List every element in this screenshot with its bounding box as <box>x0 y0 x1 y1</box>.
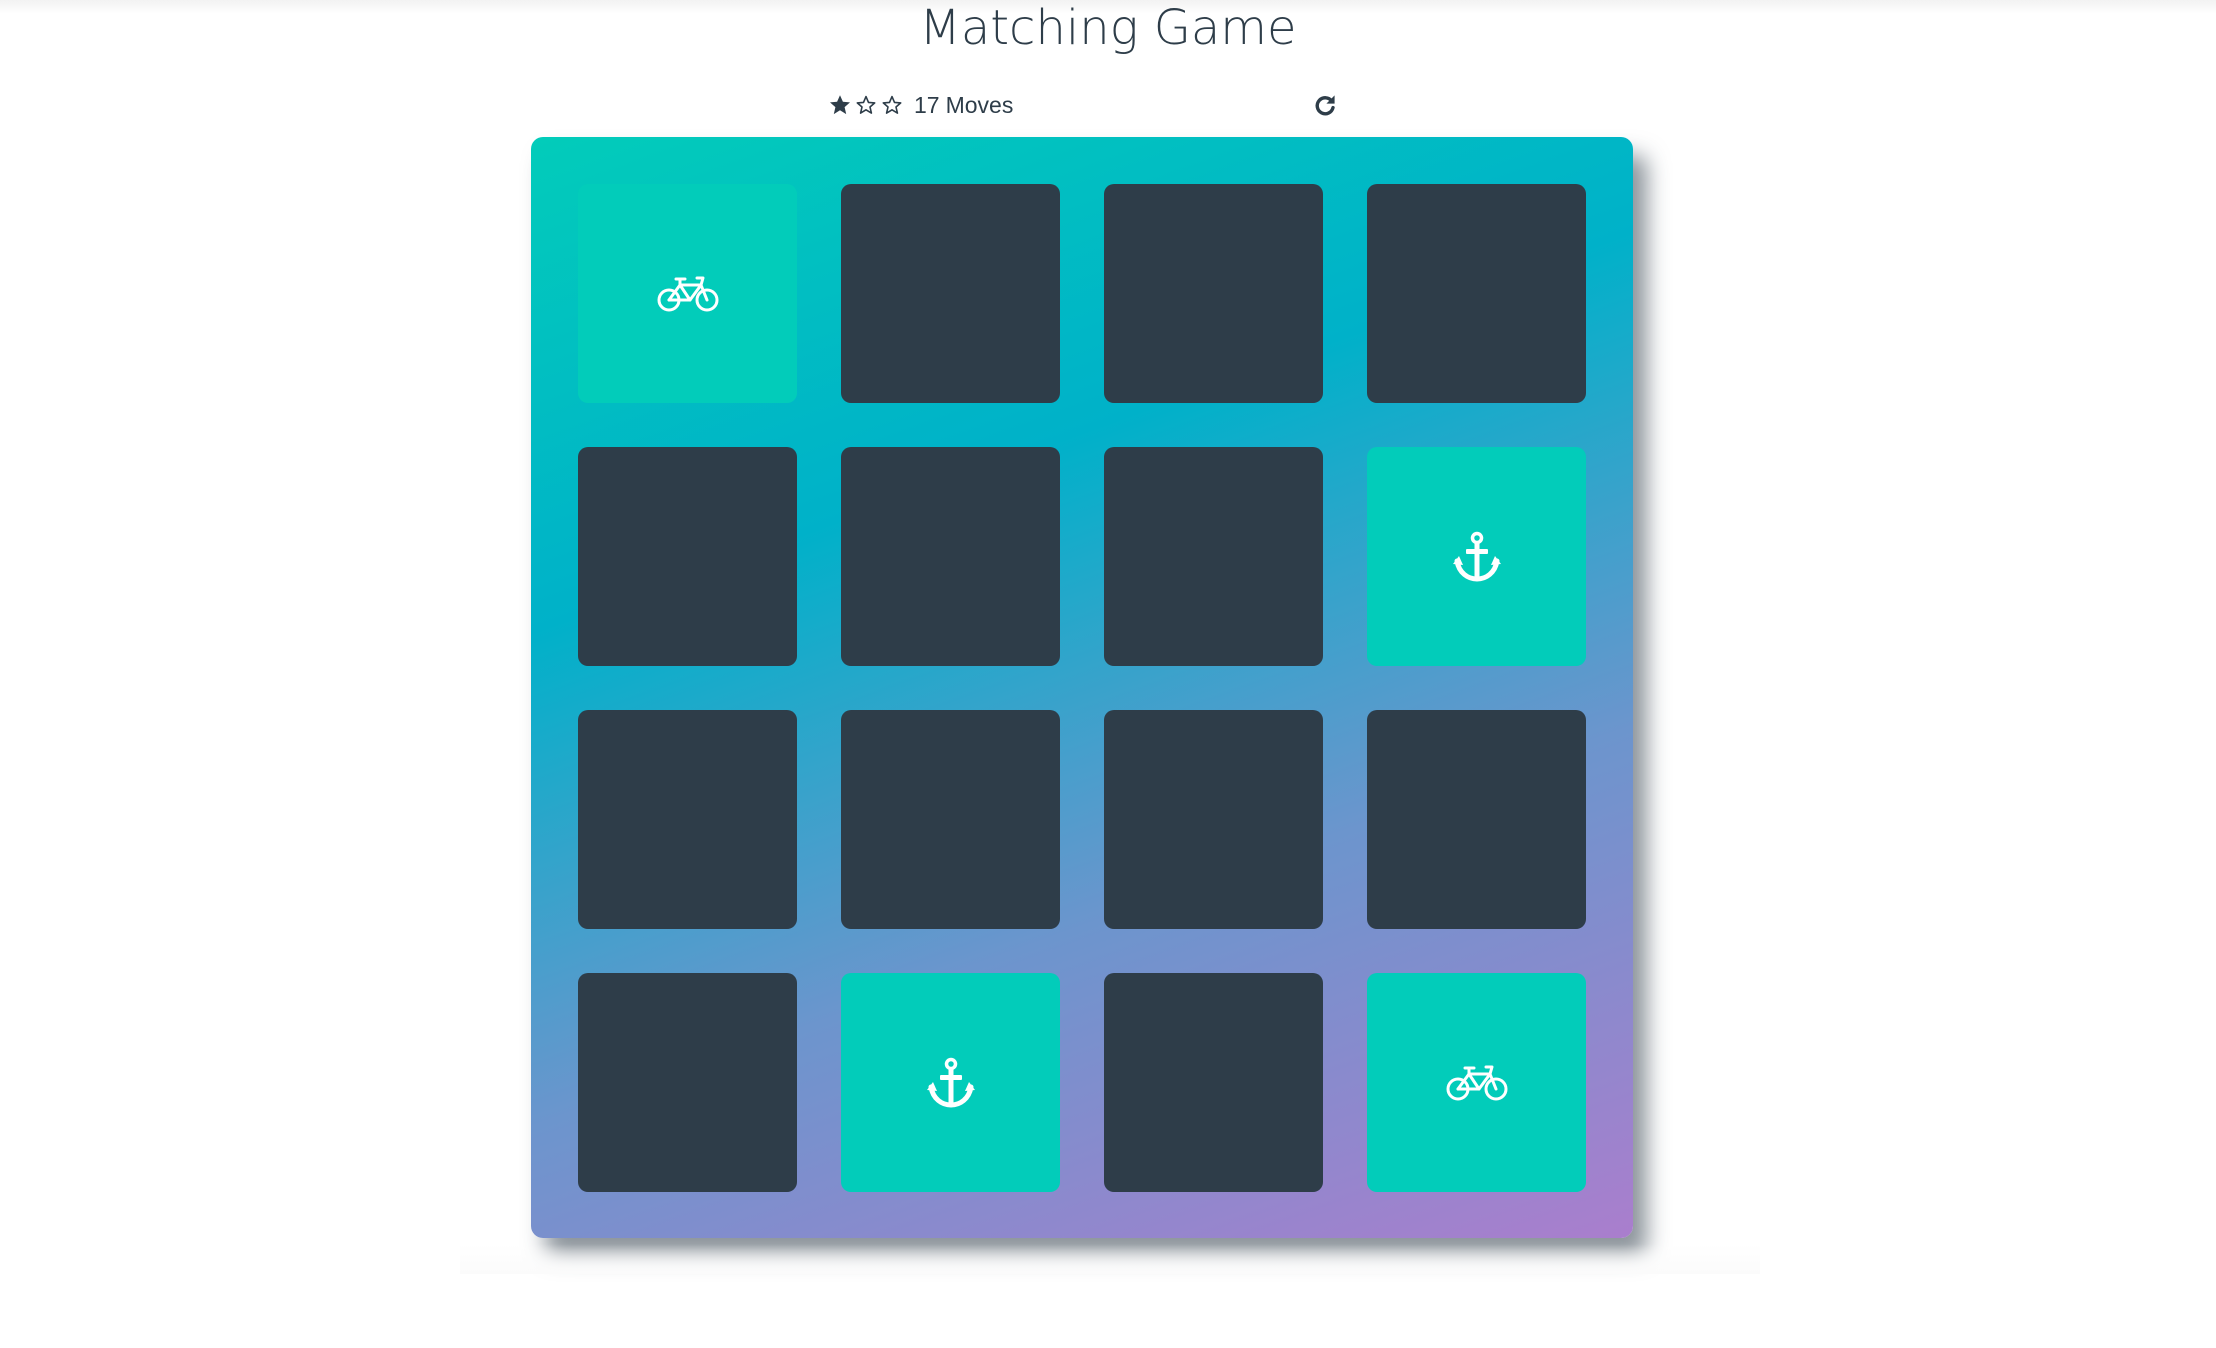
repeat-icon <box>1312 92 1338 118</box>
anchor-icon <box>1451 531 1503 583</box>
card-closed[interactable] <box>1367 184 1586 403</box>
star-filled-icon <box>828 93 852 117</box>
card-open[interactable] <box>1367 973 1586 1192</box>
anchor-icon <box>925 1057 977 1109</box>
bicycle-icon <box>656 274 720 314</box>
card-closed[interactable] <box>578 447 797 666</box>
moves-count: 17 <box>914 92 940 118</box>
page-title: Matching Game <box>919 0 1297 56</box>
card-closed[interactable] <box>1104 184 1323 403</box>
star-outline-icon <box>880 93 904 117</box>
card-closed[interactable] <box>841 710 1060 929</box>
restart-button[interactable] <box>1312 92 1338 118</box>
card-closed[interactable] <box>841 447 1060 666</box>
card-open[interactable] <box>1367 447 1586 666</box>
star-rating <box>828 90 906 120</box>
card-closed[interactable] <box>1104 973 1323 1192</box>
card-open[interactable] <box>578 184 797 403</box>
card-closed[interactable] <box>841 184 1060 403</box>
card-closed[interactable] <box>578 710 797 929</box>
game-page: Matching Game 17 Moves <box>0 0 2216 1348</box>
moves-label: Moves <box>945 92 1014 118</box>
card-closed[interactable] <box>1367 710 1586 929</box>
star-outline-icon <box>854 93 878 117</box>
card-open[interactable] <box>841 973 1060 1192</box>
card-closed[interactable] <box>578 973 797 1192</box>
card-closed[interactable] <box>1104 447 1323 666</box>
card-closed[interactable] <box>1104 710 1323 929</box>
card-deck <box>531 137 1633 1238</box>
score-panel: 17 Moves <box>828 88 1348 122</box>
bottom-shadow <box>460 1244 1760 1274</box>
bicycle-icon <box>1445 1063 1509 1103</box>
moves-counter: 17 Moves <box>914 88 1013 122</box>
